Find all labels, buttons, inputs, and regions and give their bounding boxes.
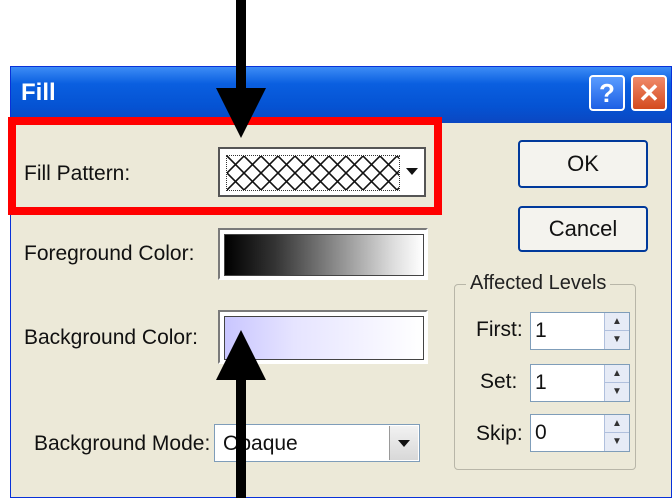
down-arrow-annotation bbox=[216, 0, 266, 138]
annotation-arrows bbox=[216, 0, 266, 498]
up-arrow-annotation bbox=[216, 330, 266, 498]
